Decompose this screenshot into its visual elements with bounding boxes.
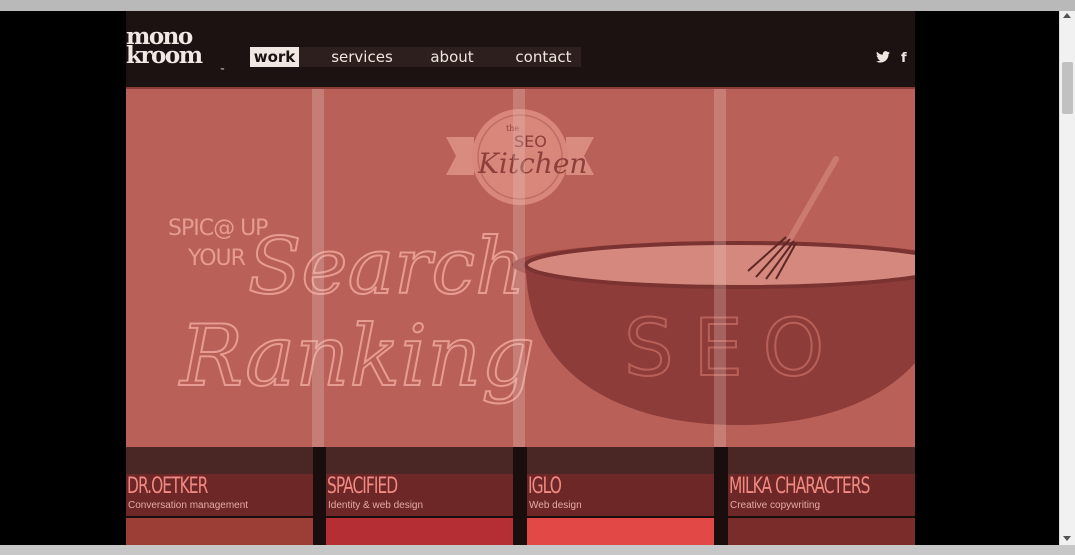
- project-list: DR.OETKER Conversation management SPACIF…: [126, 447, 915, 545]
- project-card-milka[interactable]: MILKA CHARACTERS Creative copywriting: [728, 447, 915, 545]
- project-title: MILKA CHARACTERS: [729, 474, 870, 499]
- nav-services[interactable]: services: [326, 47, 398, 67]
- project-title: SPACIFIED: [327, 474, 398, 499]
- main-nav: work services about contact: [250, 47, 581, 67]
- scroll-up-arrow-icon[interactable]: [1063, 13, 1071, 18]
- project-subtitle: Conversation management: [128, 500, 249, 511]
- project-card-droetker[interactable]: DR.OETKER Conversation management: [126, 447, 313, 545]
- twitter-icon[interactable]: [876, 51, 890, 67]
- nav-about[interactable]: about: [422, 47, 482, 67]
- project-thumbnail: [527, 518, 714, 545]
- project-card-iglo[interactable]: IGLO Web design: [527, 447, 714, 545]
- hero-divider-2: [513, 89, 525, 449]
- browser-top-bar: [0, 0, 1075, 11]
- logo-trademark: ™: [220, 68, 225, 74]
- nav-contact[interactable]: contact: [506, 47, 581, 67]
- project-subtitle: Identity & web design: [328, 500, 424, 511]
- badge-kitchen: Kitchen: [477, 147, 587, 180]
- logo-line-2: kroom: [126, 42, 203, 69]
- project-thumbnail: [326, 518, 513, 545]
- script-ranking: Ranking: [178, 307, 535, 405]
- project-title: DR.OETKER: [127, 474, 208, 499]
- project-subtitle: Creative copywriting: [730, 500, 821, 511]
- browser-bottom-bar: [0, 545, 1075, 555]
- project-title: IGLO: [528, 474, 562, 499]
- hero-divider-1: [312, 89, 324, 449]
- project-thumbnail: [728, 518, 915, 545]
- site-header: mono kroom ™ work services about contact…: [126, 11, 915, 87]
- site-container: mono kroom ™ work services about contact…: [126, 11, 915, 545]
- scroll-down-arrow-icon[interactable]: [1063, 536, 1071, 541]
- monokroom-logo[interactable]: mono kroom ™: [126, 25, 226, 74]
- whisk-handle: [787, 156, 839, 242]
- project-thumbnail: [126, 518, 313, 545]
- badge-ribbon-left: [446, 137, 474, 175]
- hero-divider-3: [714, 89, 726, 449]
- script-search: Search: [248, 222, 525, 312]
- project-card-spacified[interactable]: SPACIFIED Identity & web design: [326, 447, 513, 545]
- project-subtitle: Web design: [529, 500, 582, 511]
- tagline-line-2: YOUR: [187, 246, 246, 271]
- scrollbar-thumb[interactable]: [1062, 62, 1073, 114]
- facebook-icon[interactable]: f: [901, 51, 907, 66]
- hero-banner[interactable]: the SEO Kitchen SPIC@ UP YOUR Search Ran…: [126, 87, 915, 449]
- bowl-seo-text: SEO: [624, 304, 844, 394]
- nav-work[interactable]: work: [250, 47, 299, 67]
